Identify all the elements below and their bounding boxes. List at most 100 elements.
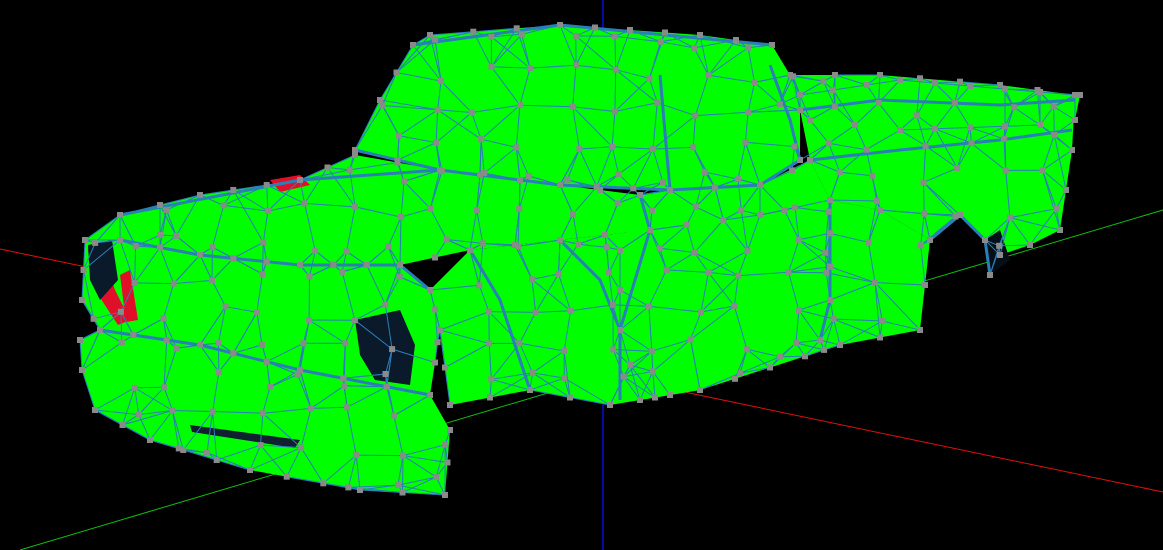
mesh-vertex[interactable] [513, 144, 520, 151]
mesh-vertex[interactable] [968, 140, 975, 147]
mesh-vertex[interactable] [609, 301, 616, 308]
mesh-vertex[interactable] [130, 332, 137, 338]
mesh-vertex[interactable] [555, 271, 562, 277]
mesh-vertex[interactable] [147, 437, 153, 443]
mesh-vertex[interactable] [615, 171, 622, 178]
mesh-vertex[interactable] [790, 73, 797, 80]
mesh-vertex[interactable] [607, 402, 613, 408]
mesh-vertex[interactable] [301, 200, 308, 207]
mesh-vertex[interactable] [339, 268, 346, 275]
mesh-vertex[interactable] [79, 367, 85, 373]
mesh-vertex[interactable] [575, 241, 581, 248]
mesh-vertex[interactable] [529, 369, 536, 376]
mesh-vertex[interactable] [802, 353, 808, 360]
mesh-vertex[interactable] [667, 187, 673, 193]
mesh-vertex[interactable] [432, 254, 438, 261]
mesh-vertex[interactable] [427, 287, 433, 293]
mesh-vertex[interactable] [433, 474, 440, 481]
mesh-vertex[interactable] [294, 371, 301, 378]
mesh-vertex[interactable] [957, 78, 963, 85]
mesh-vertex[interactable] [382, 371, 389, 377]
mesh-vertex[interactable] [627, 362, 633, 368]
mesh-vertex[interactable] [92, 407, 98, 413]
mesh-vertex[interactable] [592, 24, 598, 31]
mesh-vertex[interactable] [204, 449, 210, 456]
mesh-vertex[interactable] [175, 445, 182, 452]
mesh-vertex[interactable] [617, 247, 623, 253]
mesh-vertex[interactable] [529, 276, 535, 283]
mesh-vertex[interactable] [527, 65, 533, 72]
mesh-vertex[interactable] [827, 297, 833, 303]
mesh-vertex[interactable] [922, 142, 929, 149]
mesh-vertex[interactable] [470, 28, 477, 35]
mesh-vertex[interactable] [1006, 214, 1013, 221]
mesh-vertex[interactable] [135, 411, 142, 418]
mesh-vertex[interactable] [259, 270, 266, 277]
mesh-vertex[interactable] [735, 176, 741, 183]
mesh-vertex[interactable] [897, 127, 903, 133]
mesh-vertex[interactable] [297, 262, 303, 268]
mesh-vertex[interactable] [817, 337, 823, 343]
mesh-vertex[interactable] [932, 125, 938, 132]
mesh-vertex[interactable] [667, 392, 673, 398]
mesh-vertex[interactable] [230, 187, 237, 193]
mesh-vertex[interactable] [197, 252, 203, 258]
mesh-vertex[interactable] [705, 269, 712, 276]
mesh-vertex[interactable] [476, 282, 483, 289]
mesh-vertex[interactable] [877, 334, 883, 341]
mesh-vertex[interactable] [308, 405, 314, 412]
mesh-vertex[interactable] [570, 210, 576, 217]
mesh-vertex[interactable] [170, 280, 177, 287]
mesh-vertex[interactable] [649, 146, 656, 153]
mesh-vertex[interactable] [712, 184, 718, 191]
mesh-vertex[interactable] [996, 242, 1003, 249]
mesh-vertex[interactable] [395, 482, 401, 489]
mesh-vertex[interactable] [468, 109, 475, 116]
mesh-vertex[interactable] [259, 341, 265, 348]
mesh-vertex[interactable] [397, 262, 403, 268]
mesh-vertex[interactable] [807, 117, 813, 123]
mesh-vertex[interactable] [222, 303, 229, 310]
scene-canvas[interactable] [0, 0, 1163, 550]
mesh-vertex[interactable] [161, 384, 167, 391]
mesh-vertex[interactable] [920, 179, 927, 186]
mesh-vertex[interactable] [795, 307, 802, 314]
mesh-vertex[interactable] [398, 214, 404, 220]
mesh-vertex[interactable] [1002, 123, 1008, 130]
mesh-vertex[interactable] [917, 242, 924, 249]
mesh-vertex[interactable] [837, 342, 843, 348]
mesh-vertex[interactable] [1077, 92, 1083, 98]
mesh-vertex[interactable] [917, 75, 923, 82]
mesh-vertex[interactable] [877, 72, 883, 78]
mesh-vertex[interactable] [564, 176, 571, 183]
mesh-vertex[interactable] [797, 157, 803, 163]
mesh-vertex[interactable] [789, 167, 796, 174]
mesh-vertex[interactable] [797, 107, 803, 113]
mesh-vertex[interactable] [260, 239, 267, 246]
mesh-vertex[interactable] [518, 31, 525, 38]
mesh-vertex[interactable] [209, 277, 215, 284]
mesh-vertex[interactable] [1037, 89, 1043, 95]
mesh-vertex[interactable] [647, 227, 653, 233]
mesh-vertex[interactable] [767, 364, 773, 371]
mesh-vertex[interactable] [692, 112, 699, 119]
mesh-vertex[interactable] [513, 25, 520, 32]
mesh-vertex[interactable] [390, 412, 397, 419]
mesh-vertex[interactable] [442, 441, 449, 448]
mesh-vertex[interactable] [557, 237, 563, 243]
mesh-vertex[interactable] [649, 207, 655, 214]
mesh-vertex[interactable] [776, 101, 783, 108]
mesh-vertex[interactable] [1063, 187, 1069, 193]
mesh-vertex[interactable] [396, 132, 402, 139]
mesh-vertex[interactable] [532, 309, 539, 316]
mesh-vertex[interactable] [951, 99, 958, 106]
mesh-vertex[interactable] [733, 37, 739, 43]
mesh-vertex[interactable] [197, 192, 203, 198]
mesh-vertex[interactable] [478, 136, 485, 143]
mesh-vertex[interactable] [744, 247, 751, 254]
mesh-vertex[interactable] [247, 467, 253, 473]
mesh-vertex[interactable] [92, 239, 99, 246]
mesh-vertex[interactable] [731, 303, 738, 309]
mesh-vertex[interactable] [1051, 131, 1058, 138]
mesh-vertex[interactable] [603, 244, 610, 251]
